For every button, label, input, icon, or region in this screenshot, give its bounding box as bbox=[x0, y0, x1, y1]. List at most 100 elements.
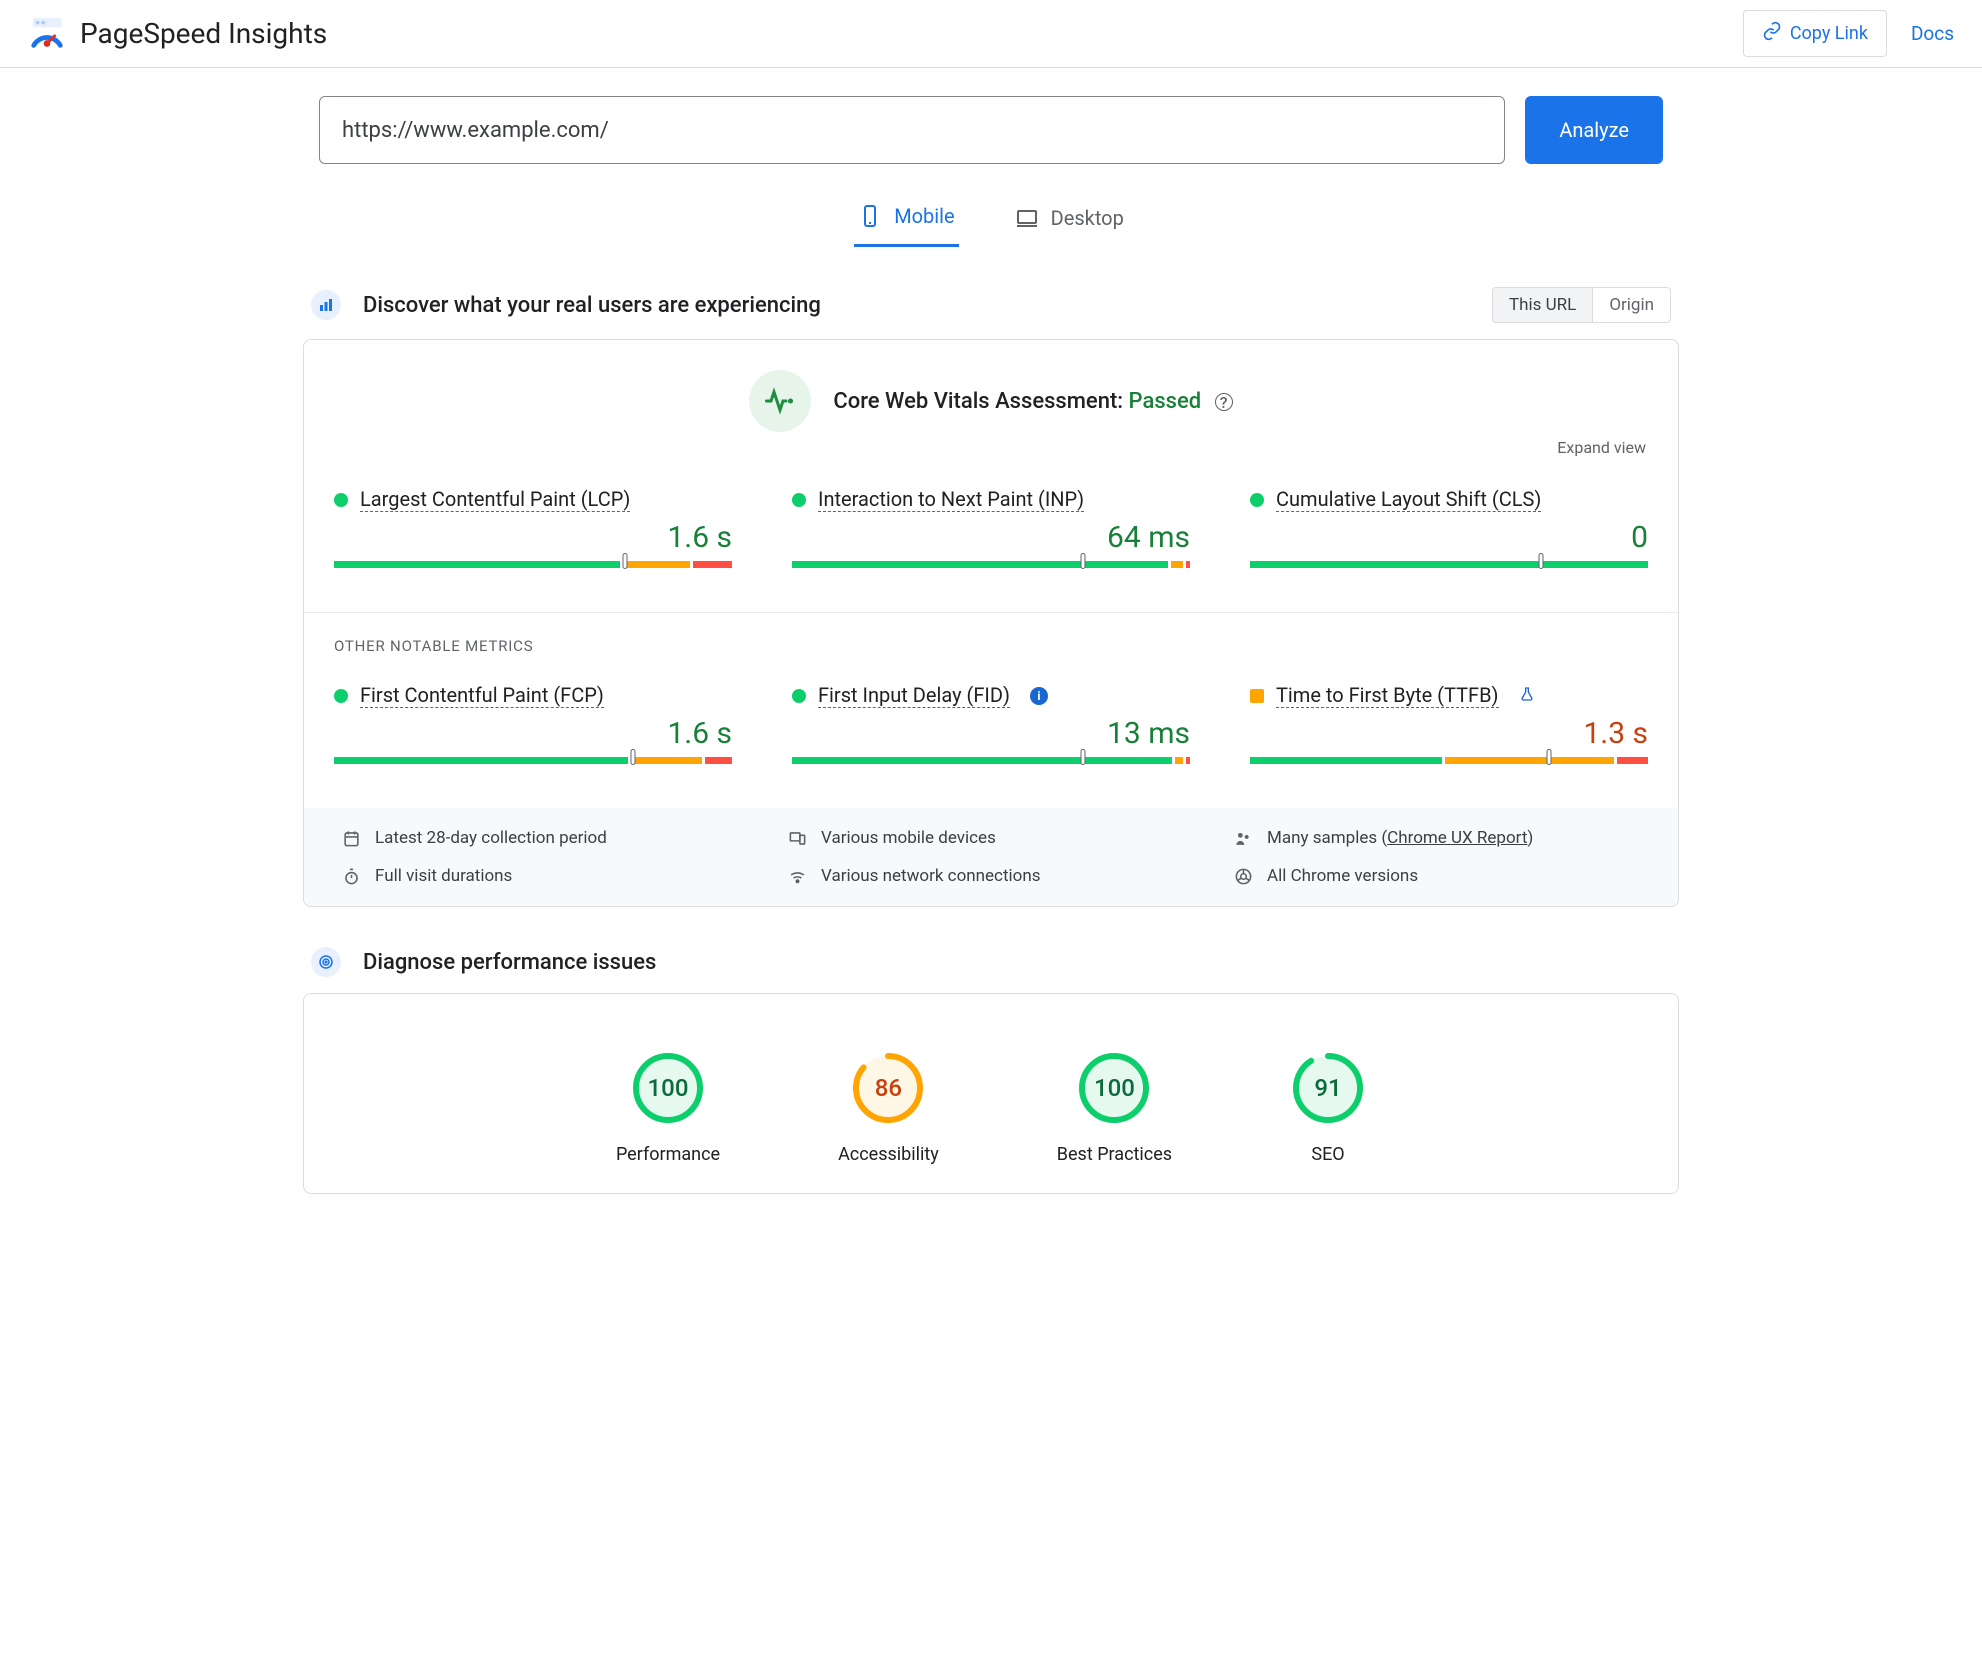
tab-mobile-label: Mobile bbox=[894, 204, 954, 228]
help-icon[interactable]: ? bbox=[1215, 393, 1233, 411]
gauge-seo[interactable]: 91 SEO bbox=[1290, 1050, 1366, 1165]
footer-network: Various network connections bbox=[788, 866, 1194, 886]
gauge-label: Performance bbox=[616, 1144, 720, 1165]
footer-period: Latest 28-day collection period bbox=[342, 828, 748, 848]
metric-value: 13 ms bbox=[792, 716, 1190, 751]
gauge-best_practices[interactable]: 100 Best Practices bbox=[1057, 1050, 1172, 1165]
footer-browsers: All Chrome versions bbox=[1234, 866, 1640, 886]
mobile-icon bbox=[858, 204, 882, 228]
percentile-marker bbox=[1538, 553, 1543, 569]
chart-icon bbox=[311, 290, 341, 320]
distribution-bar bbox=[334, 757, 732, 764]
expand-view-link[interactable]: Expand view bbox=[334, 438, 1648, 457]
status-indicator bbox=[334, 493, 348, 507]
chrome-ux-report-link[interactable]: Chrome UX Report bbox=[1387, 828, 1527, 848]
gauge-performance[interactable]: 100 Performance bbox=[616, 1050, 720, 1165]
tab-desktop[interactable]: Desktop bbox=[1011, 190, 1128, 247]
footer-browsers-text: All Chrome versions bbox=[1267, 866, 1418, 886]
footer-durations-text: Full visit durations bbox=[375, 866, 512, 886]
target-icon bbox=[311, 947, 341, 977]
devices-icon bbox=[788, 829, 807, 848]
gauge-label: Best Practices bbox=[1057, 1144, 1172, 1165]
percentile-marker bbox=[1080, 749, 1085, 765]
chrome-icon bbox=[1234, 867, 1253, 886]
crux-footer: Latest 28-day collection period Various … bbox=[304, 808, 1678, 906]
docs-link[interactable]: Docs bbox=[1911, 22, 1954, 45]
metric-fcp: First Contentful Paint (FCP) 1.6 s bbox=[334, 683, 732, 764]
scope-toggle: This URL Origin bbox=[1492, 287, 1671, 323]
distribution-bar bbox=[792, 561, 1190, 568]
main-content: Analyze Mobile Desktop Discover what you… bbox=[271, 68, 1711, 1274]
app-title: PageSpeed Insights bbox=[80, 17, 327, 50]
metric-name[interactable]: Time to First Byte (TTFB) bbox=[1276, 683, 1499, 708]
header-left: PageSpeed Insights bbox=[28, 15, 327, 53]
diagnose-section-header: Diagnose performance issues bbox=[303, 947, 1679, 977]
url-input-row: Analyze bbox=[303, 96, 1679, 164]
gauge-circle: 91 bbox=[1290, 1050, 1366, 1126]
metric-name[interactable]: Cumulative Layout Shift (CLS) bbox=[1276, 487, 1541, 512]
gauge-score: 91 bbox=[1290, 1050, 1366, 1126]
footer-samples: Many samples (Chrome UX Report) bbox=[1234, 828, 1640, 848]
flask-icon bbox=[1519, 686, 1535, 706]
other-notable-heading: OTHER NOTABLE METRICS bbox=[334, 637, 1648, 655]
percentile-marker bbox=[1080, 553, 1085, 569]
metric-value: 1.6 s bbox=[334, 520, 732, 555]
distribution-bar bbox=[334, 561, 732, 568]
tab-mobile[interactable]: Mobile bbox=[854, 190, 958, 247]
gauge-accessibility[interactable]: 86 Accessibility bbox=[838, 1050, 939, 1165]
analyze-button[interactable]: Analyze bbox=[1525, 96, 1663, 164]
metric-name[interactable]: First Input Delay (FID) bbox=[818, 683, 1010, 708]
metric-value: 1.3 s bbox=[1250, 716, 1648, 751]
distribution-bar bbox=[1250, 757, 1648, 764]
diagnose-card: 100 Performance 86 Accessibility 100 Bes… bbox=[303, 993, 1679, 1194]
percentile-marker bbox=[622, 553, 627, 569]
gauge-circle: 100 bbox=[1076, 1050, 1152, 1126]
app-header: PageSpeed Insights Copy Link Docs bbox=[0, 0, 1982, 68]
cwv-assessment: Core Web Vitals Assessment: Passed ? bbox=[334, 370, 1648, 432]
gauge-label: Accessibility bbox=[838, 1144, 939, 1165]
gauge-circle: 86 bbox=[850, 1050, 926, 1126]
status-indicator bbox=[792, 493, 806, 507]
metric-name[interactable]: First Contentful Paint (FCP) bbox=[360, 683, 604, 708]
footer-samples-text: Many samples (Chrome UX Report) bbox=[1267, 828, 1533, 848]
metric-value: 1.6 s bbox=[334, 716, 732, 751]
metric-value: 0 bbox=[1250, 520, 1648, 555]
people-icon bbox=[1234, 829, 1253, 848]
gauge-score: 100 bbox=[1076, 1050, 1152, 1126]
footer-devices: Various mobile devices bbox=[788, 828, 1194, 848]
tab-desktop-label: Desktop bbox=[1051, 206, 1124, 230]
percentile-marker bbox=[1546, 749, 1551, 765]
pulse-icon bbox=[749, 370, 811, 432]
divider bbox=[304, 612, 1678, 613]
footer-devices-text: Various mobile devices bbox=[821, 828, 996, 848]
desktop-icon bbox=[1015, 206, 1039, 230]
crux-section-header: Discover what your real users are experi… bbox=[303, 287, 1679, 323]
gauge-score: 100 bbox=[630, 1050, 706, 1126]
calendar-icon bbox=[342, 829, 361, 848]
header-right: Copy Link Docs bbox=[1743, 10, 1954, 57]
info-icon[interactable]: i bbox=[1030, 687, 1048, 705]
footer-network-text: Various network connections bbox=[821, 866, 1041, 886]
device-tabs: Mobile Desktop bbox=[303, 190, 1679, 247]
gauge-label: SEO bbox=[1311, 1144, 1344, 1165]
status-indicator bbox=[792, 689, 806, 703]
metrics-secondary: First Contentful Paint (FCP) 1.6 s First… bbox=[334, 683, 1648, 764]
crux-card: Core Web Vitals Assessment: Passed ? Exp… bbox=[303, 339, 1679, 907]
gauge-circle: 100 bbox=[630, 1050, 706, 1126]
scope-origin[interactable]: Origin bbox=[1592, 288, 1670, 322]
metric-fid: First Input Delay (FID) i 13 ms bbox=[792, 683, 1190, 764]
distribution-bar bbox=[792, 757, 1190, 764]
link-icon bbox=[1762, 21, 1782, 46]
metric-name[interactable]: Largest Contentful Paint (LCP) bbox=[360, 487, 630, 512]
metric-lcp: Largest Contentful Paint (LCP) 1.6 s bbox=[334, 487, 732, 568]
percentile-marker bbox=[630, 749, 635, 765]
metrics-primary: Largest Contentful Paint (LCP) 1.6 s Int… bbox=[334, 487, 1648, 568]
copy-link-button[interactable]: Copy Link bbox=[1743, 10, 1887, 57]
pagespeed-logo-icon bbox=[28, 15, 66, 53]
metric-name[interactable]: Interaction to Next Paint (INP) bbox=[818, 487, 1084, 512]
url-input[interactable] bbox=[319, 96, 1505, 164]
diagnose-section-title: Diagnose performance issues bbox=[363, 950, 1671, 975]
scope-this-url[interactable]: This URL bbox=[1493, 288, 1592, 322]
status-indicator bbox=[334, 689, 348, 703]
gauges-row: 100 Performance 86 Accessibility 100 Bes… bbox=[334, 1024, 1648, 1173]
